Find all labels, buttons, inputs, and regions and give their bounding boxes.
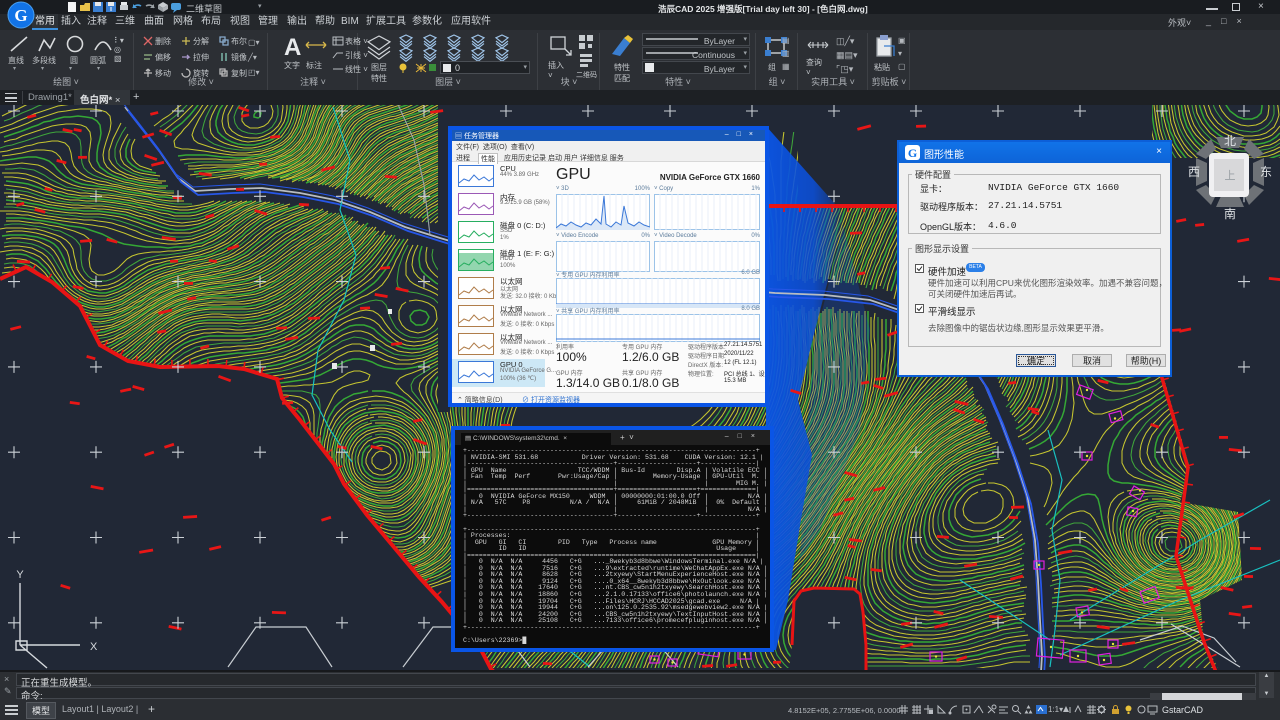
svg-text:东: 东 — [1260, 165, 1272, 179]
svg-text:G: G — [14, 6, 27, 25]
svg-text:Y: Y — [16, 569, 24, 581]
svg-text:北: 北 — [1224, 134, 1236, 148]
svg-text:南: 南 — [1224, 206, 1236, 220]
svg-text:X: X — [90, 641, 98, 653]
svg-text:上: 上 — [1225, 169, 1236, 182]
svg-text:G: G — [908, 146, 917, 160]
svg-text:西: 西 — [1188, 165, 1200, 179]
